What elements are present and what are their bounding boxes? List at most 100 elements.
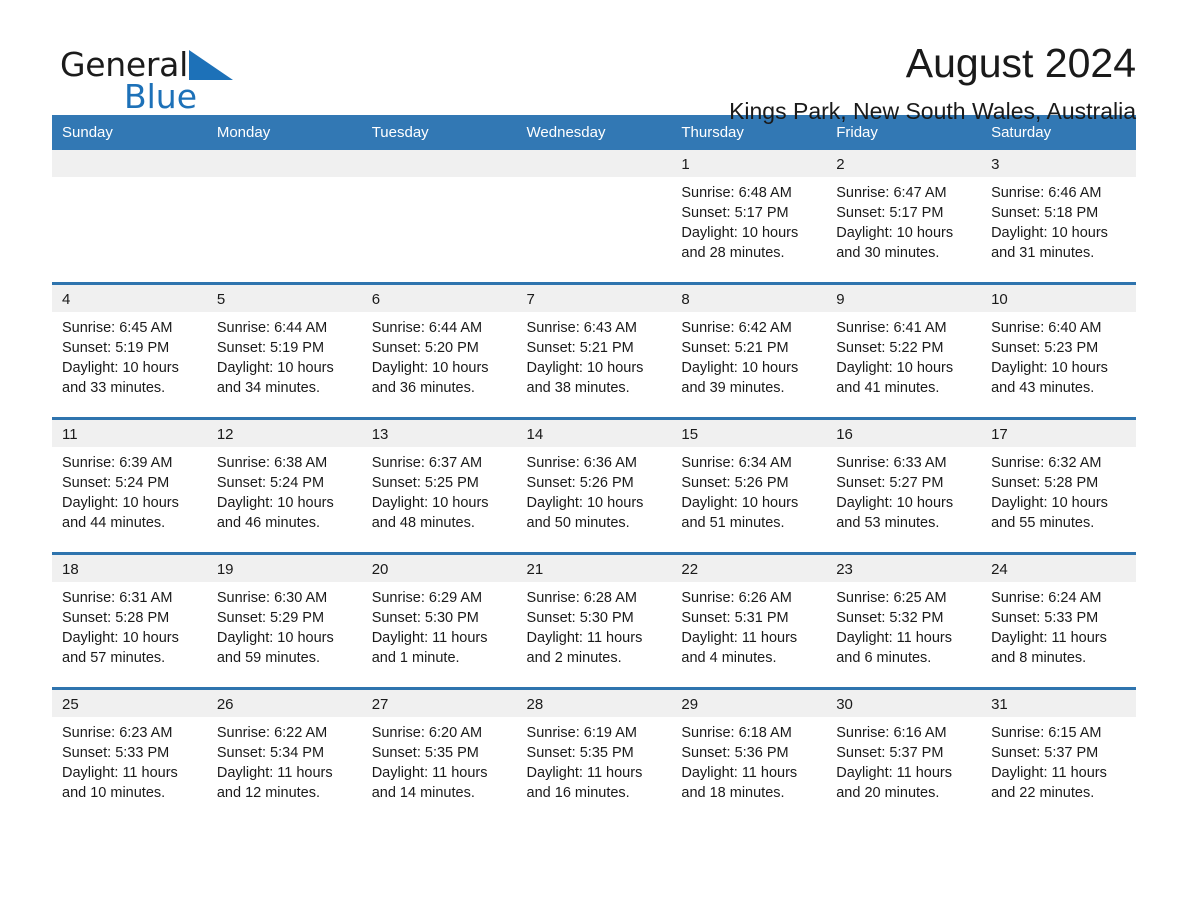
calendar-day-cell[interactable]: 7 Sunrise: 6:43 AM Sunset: 5:21 PM Daylight… [516, 282, 672, 419]
weekday-header-tuesday: Tuesday [361, 115, 517, 150]
calendar-day-cell[interactable]: 12 Sunrise: 6:38 AM Sunset: 5:24 PM Dayligh… [206, 417, 362, 554]
day-number: 1 [671, 150, 827, 177]
day-cell-details: Sunrise: 6:26 AM Sunset: 5:31 PM Daylight:… [671, 582, 826, 668]
day-number: 26 [206, 690, 362, 717]
calendar-day-cell[interactable]: 21 Sunrise: 6:28 AM Sunset: 5:30 PM Dayligh… [516, 552, 672, 689]
weekday-header-sunday: Sunday [52, 115, 207, 150]
day-cell-inner: 23 Sunrise: 6:25 AM Sunset: 5:32 PM Dayligh… [826, 555, 982, 687]
calendar-day-cell[interactable]: 18 Sunrise: 6:31 AM Sunset: 5:28 PM Dayligh… [52, 552, 207, 689]
title-block: August 2024 Kings Park, New South Wales,… [729, 38, 1136, 126]
daylight-text: Daylight: 10 hours and 30 minutes. [836, 225, 954, 261]
daylight-text: Daylight: 11 hours and 20 minutes. [836, 765, 953, 801]
calendar-day-cell[interactable]: 29 Sunrise: 6:18 AM Sunset: 5:36 PM Dayligh… [671, 687, 827, 822]
day-number: 16 [826, 420, 982, 447]
sunset-text: Sunset: 5:31 PM [681, 610, 789, 626]
day-cell-inner: 24 Sunrise: 6:24 AM Sunset: 5:33 PM Dayligh… [981, 555, 1136, 687]
sunrise-text: Sunrise: 6:16 AM [836, 725, 947, 741]
sunset-text: Sunset: 5:25 PM [371, 475, 479, 491]
daylight-text: Daylight: 10 hours and 39 minutes. [681, 360, 799, 396]
day-number: 2 [826, 150, 982, 177]
daylight-text: Daylight: 10 hours and 53 minutes. [836, 495, 954, 531]
calendar-day-cell[interactable]: 16 Sunrise: 6:33 AM Sunset: 5:27 PM Dayligh… [826, 417, 982, 554]
calendar-day-cell[interactable]: 13 Sunrise: 6:37 AM Sunset: 5:25 PM Dayligh… [361, 417, 517, 554]
calendar-day-cell[interactable]: 22 Sunrise: 6:26 AM Sunset: 5:31 PM Dayligh… [671, 552, 827, 689]
calendar-day-cell[interactable]: 19 Sunrise: 6:30 AM Sunset: 5:29 PM Dayligh… [206, 552, 362, 689]
daylight-text: Daylight: 11 hours and 22 minutes. [991, 765, 1107, 801]
day-cell-details: Sunrise: 6:32 AM Sunset: 5:28 PM Daylight:… [981, 447, 1136, 533]
sunrise-text: Sunrise: 6:24 AM [991, 590, 1102, 606]
calendar-day-cell[interactable]: 10 Sunrise: 6:40 AM Sunset: 5:23 PM Dayligh… [981, 282, 1136, 419]
calendar-day-cell[interactable]: 23 Sunrise: 6:25 AM Sunset: 5:32 PM Dayligh… [826, 552, 982, 689]
calendar-body: 1 Sunrise: 6:48 AM Sunset: 5:17 PM Daylight… [52, 150, 1136, 822]
day-number: 23 [826, 555, 982, 582]
sunset-text: Sunset: 5:19 PM [62, 340, 170, 356]
sunset-text: Sunset: 5:26 PM [526, 475, 634, 491]
sunrise-text: Sunrise: 6:46 AM [991, 185, 1102, 201]
day-cell-details: Sunrise: 6:33 AM Sunset: 5:27 PM Daylight:… [826, 447, 981, 533]
day-cell-inner: 19 Sunrise: 6:30 AM Sunset: 5:29 PM Dayligh… [206, 555, 362, 687]
day-cell-inner [206, 150, 362, 282]
sunrise-text: Sunrise: 6:23 AM [62, 725, 173, 741]
calendar-day-cell-empty [52, 150, 207, 284]
calendar-day-cell[interactable]: 31 Sunrise: 6:15 AM Sunset: 5:37 PM Dayligh… [981, 687, 1136, 822]
day-cell-inner: 13 Sunrise: 6:37 AM Sunset: 5:25 PM Dayligh… [361, 420, 517, 552]
day-cell-details: Sunrise: 6:34 AM Sunset: 5:26 PM Daylight:… [671, 447, 826, 533]
calendar-day-cell[interactable]: 17 Sunrise: 6:32 AM Sunset: 5:28 PM Dayligh… [981, 417, 1136, 554]
calendar-day-cell[interactable]: 25 Sunrise: 6:23 AM Sunset: 5:33 PM Dayligh… [52, 687, 207, 822]
sunset-text: Sunset: 5:28 PM [991, 475, 1099, 491]
calendar-week-row: 1 Sunrise: 6:48 AM Sunset: 5:17 PM Daylight… [52, 150, 1136, 284]
sunset-text: Sunset: 5:22 PM [836, 340, 944, 356]
sunrise-text: Sunrise: 6:30 AM [216, 590, 328, 606]
calendar-day-cell[interactable]: 15 Sunrise: 6:34 AM Sunset: 5:26 PM Dayligh… [671, 417, 827, 554]
calendar-day-cell[interactable]: 1 Sunrise: 6:48 AM Sunset: 5:17 PM Daylight… [671, 150, 827, 284]
sunrise-text: Sunrise: 6:48 AM [681, 185, 792, 201]
calendar-day-cell[interactable]: 27 Sunrise: 6:20 AM Sunset: 5:35 PM Dayligh… [361, 687, 517, 822]
calendar-day-cell[interactable]: 20 Sunrise: 6:29 AM Sunset: 5:30 PM Dayligh… [361, 552, 517, 689]
day-cell-details: Sunrise: 6:18 AM Sunset: 5:36 PM Daylight:… [671, 717, 826, 803]
day-number: 12 [206, 420, 362, 447]
calendar-day-cell[interactable]: 2 Sunrise: 6:47 AM Sunset: 5:17 PM Daylight… [826, 150, 982, 284]
day-number: 4 [52, 285, 207, 312]
day-number: 24 [981, 555, 1136, 582]
daylight-text: Daylight: 10 hours and 46 minutes. [216, 495, 334, 531]
calendar-day-cell[interactable]: 26 Sunrise: 6:22 AM Sunset: 5:34 PM Dayligh… [206, 687, 362, 822]
day-cell-details: Sunrise: 6:25 AM Sunset: 5:32 PM Daylight:… [826, 582, 981, 668]
calendar-day-cell[interactable]: 30 Sunrise: 6:16 AM Sunset: 5:37 PM Dayligh… [826, 687, 982, 822]
general-blue-logo[interactable]: General Blue [60, 48, 233, 114]
calendar-day-cell-empty [516, 150, 672, 284]
daylight-text: Daylight: 10 hours and 59 minutes. [216, 630, 334, 666]
day-cell-details: Sunrise: 6:30 AM Sunset: 5:29 PM Daylight:… [207, 582, 362, 668]
calendar-day-cell[interactable]: 11 Sunrise: 6:39 AM Sunset: 5:24 PM Dayligh… [52, 417, 207, 554]
daylight-text: Daylight: 11 hours and 18 minutes. [681, 765, 798, 801]
day-cell-inner: 11 Sunrise: 6:39 AM Sunset: 5:24 PM Dayligh… [52, 420, 207, 552]
sunset-text: Sunset: 5:37 PM [991, 745, 1099, 761]
page-header: General Blue August 2024 Kings Park, New… [52, 0, 1136, 124]
day-cell-inner: 5 Sunrise: 6:44 AM Sunset: 5:19 PM Daylight… [206, 285, 362, 417]
sunset-text: Sunset: 5:26 PM [681, 475, 789, 491]
day-number [52, 150, 207, 177]
calendar-day-cell[interactable]: 8 Sunrise: 6:42 AM Sunset: 5:21 PM Daylight… [671, 282, 827, 419]
sunset-text: Sunset: 5:37 PM [836, 745, 944, 761]
day-cell-inner: 30 Sunrise: 6:16 AM Sunset: 5:37 PM Dayligh… [826, 690, 982, 822]
day-cell-inner [361, 150, 517, 282]
day-cell-inner: 15 Sunrise: 6:34 AM Sunset: 5:26 PM Dayligh… [671, 420, 827, 552]
calendar-day-cell[interactable]: 14 Sunrise: 6:36 AM Sunset: 5:26 PM Dayligh… [516, 417, 672, 554]
daylight-text: Daylight: 10 hours and 44 minutes. [62, 495, 179, 531]
day-number: 9 [826, 285, 982, 312]
calendar-page: General Blue August 2024 Kings Park, New… [0, 0, 1188, 918]
calendar-day-cell[interactable]: 9 Sunrise: 6:41 AM Sunset: 5:22 PM Daylight… [826, 282, 982, 419]
calendar-day-cell[interactable]: 4 Sunrise: 6:45 AM Sunset: 5:19 PM Daylight… [52, 282, 207, 419]
day-number: 17 [981, 420, 1136, 447]
calendar-day-cell[interactable]: 28 Sunrise: 6:19 AM Sunset: 5:35 PM Dayligh… [516, 687, 672, 822]
day-cell-inner: 12 Sunrise: 6:38 AM Sunset: 5:24 PM Dayligh… [206, 420, 362, 552]
day-cell-details: Sunrise: 6:48 AM Sunset: 5:17 PM Daylight:… [671, 177, 826, 263]
calendar-day-cell[interactable]: 24 Sunrise: 6:24 AM Sunset: 5:33 PM Dayligh… [981, 552, 1136, 689]
day-cell-inner: 1 Sunrise: 6:48 AM Sunset: 5:17 PM Daylight… [671, 150, 827, 282]
day-number: 27 [361, 690, 517, 717]
day-cell-details: Sunrise: 6:16 AM Sunset: 5:37 PM Daylight:… [826, 717, 981, 803]
calendar-day-cell[interactable]: 6 Sunrise: 6:44 AM Sunset: 5:20 PM Daylight… [361, 282, 517, 419]
calendar-day-cell-empty [206, 150, 362, 284]
sunrise-text: Sunrise: 6:15 AM [991, 725, 1102, 741]
calendar-day-cell[interactable]: 5 Sunrise: 6:44 AM Sunset: 5:19 PM Daylight… [206, 282, 362, 419]
calendar-day-cell[interactable]: 3 Sunrise: 6:46 AM Sunset: 5:18 PM Daylight… [981, 150, 1136, 284]
